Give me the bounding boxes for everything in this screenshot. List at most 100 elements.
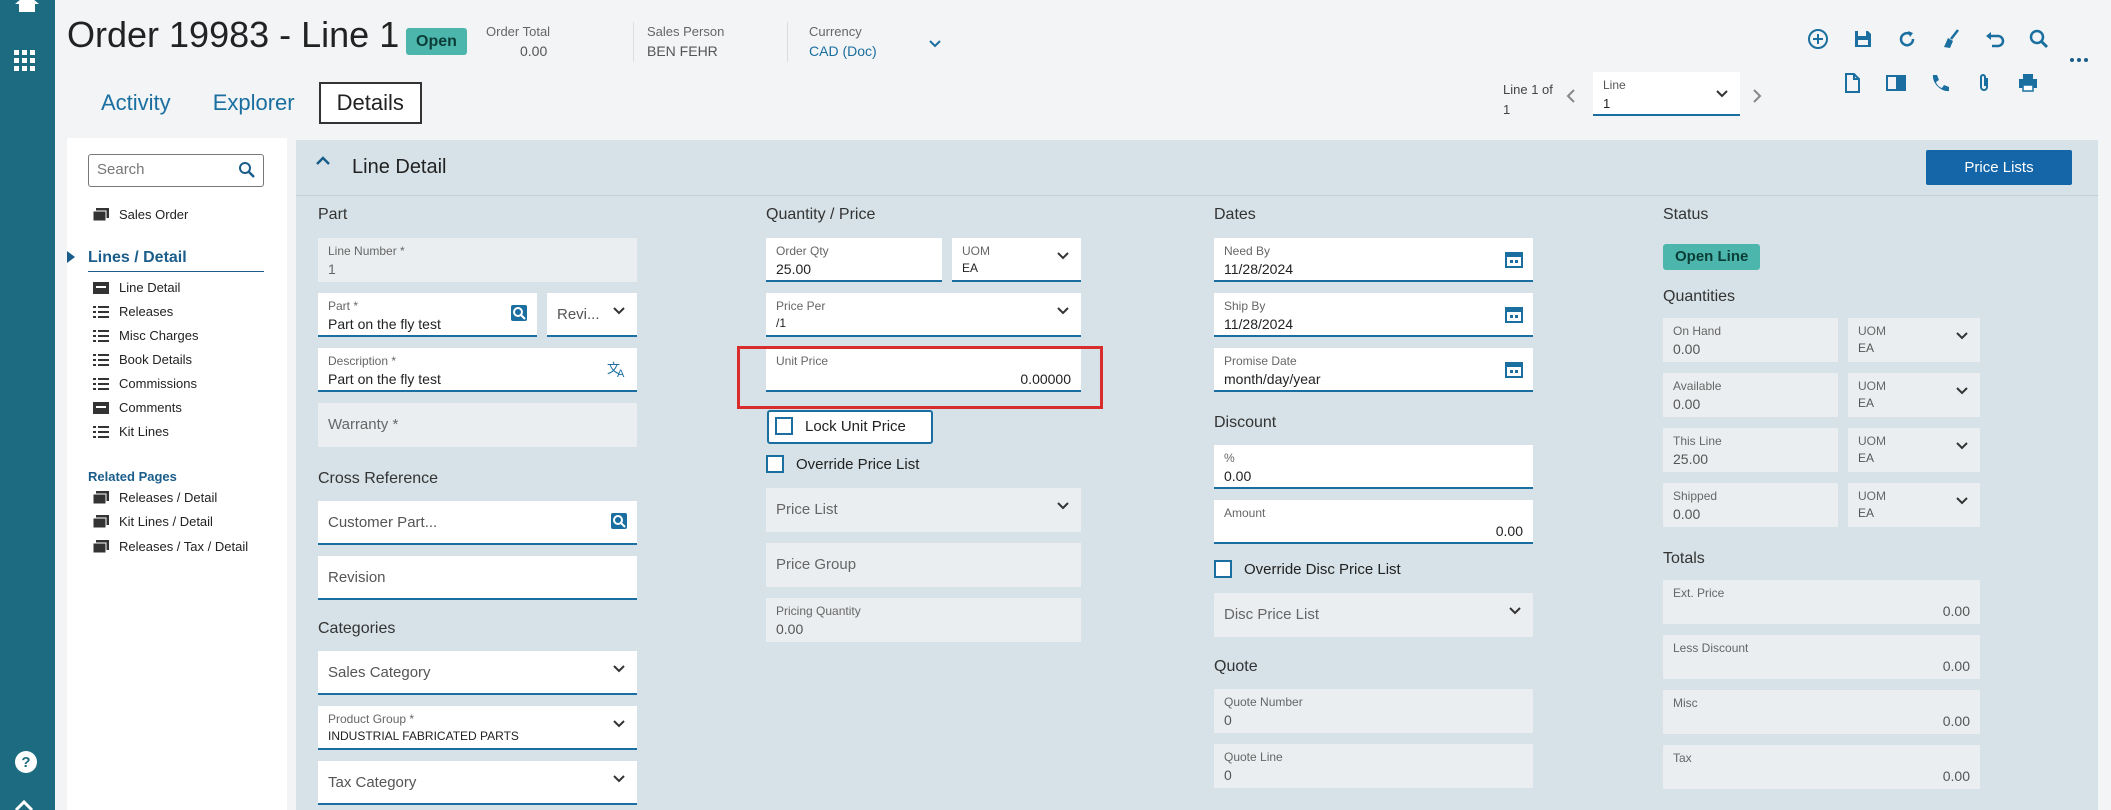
related-kit-lines-detail[interactable]: Kit Lines / Detail [92,514,213,529]
undo-button[interactable] [1984,28,2010,54]
search-icon[interactable] [238,161,256,179]
search-button[interactable] [2028,28,2054,54]
tab-details[interactable]: Details [318,82,422,124]
part-field[interactable]: Part * Part on the fly test [318,293,537,337]
refresh-button[interactable] [1896,28,1922,54]
on-hand-uom-dropdown[interactable]: UOM EA [1848,318,1980,362]
checkbox-box[interactable] [775,417,793,435]
nav-commissions[interactable]: Commissions [93,376,197,391]
revision-dropdown[interactable]: Revi... [547,293,637,337]
nav-line-detail[interactable]: Line Detail [93,280,180,295]
need-by-value[interactable]: 11/28/2024 [1224,261,1523,277]
part-search-icon[interactable] [511,305,527,321]
overflow-menu-button[interactable] [2069,50,2089,62]
clear-button[interactable] [1940,28,1966,54]
product-group-dropdown[interactable]: Product Group * INDUSTRIAL FABRICATED PA… [318,706,637,750]
available-uom-dropdown[interactable]: UOM EA [1848,373,1980,417]
discount-amount-field[interactable]: Amount 0.00 [1214,500,1533,544]
next-line-button[interactable] [1752,88,1762,109]
shipped-uom-dropdown[interactable]: UOM EA [1848,483,1980,527]
discount-amount-label: Amount [1224,506,1266,520]
uom-dropdown[interactable]: UOM EA [952,238,1081,282]
tax-total-field: Tax 0.00 [1663,745,1980,789]
translate-icon[interactable]: 文A [607,360,627,378]
customer-part-search-icon[interactable] [611,513,627,529]
print-button[interactable] [2017,72,2043,98]
description-field[interactable]: Description * Part on the fly test 文A [318,348,637,392]
nav-lines-detail[interactable]: Lines / Detail [88,249,187,267]
uom-value: EA [962,261,979,275]
ship-by-field[interactable]: Ship By 11/28/2024 [1214,293,1533,337]
override-disc-price-list-checkbox[interactable]: Override Disc Price List [1214,560,1401,578]
related-releases-tax-detail[interactable]: Releases / Tax / Detail [92,539,248,554]
contact-button[interactable] [1929,72,1955,98]
nav-misc-charges[interactable]: Misc Charges [93,328,198,343]
side-navigation: Search Sales Order Lines / Detail Line D… [67,138,287,810]
promise-date-value[interactable]: month/day/year [1224,371,1523,387]
description-value[interactable]: Part on the fly test [328,371,627,387]
expand-icon[interactable] [14,798,34,810]
app-rail: ? [0,0,55,810]
less-discount-field: Less Discount 0.00 [1663,635,1980,679]
chevron-down-icon[interactable] [929,40,941,48]
nav-comments[interactable]: Comments [93,400,182,415]
warranty-field[interactable]: Warranty * [318,403,637,447]
nav-sales-order[interactable]: Sales Order [92,207,188,222]
discount-percent-value[interactable]: 0.00 [1224,468,1523,484]
price-list-dropdown[interactable]: Price List [766,488,1081,532]
related-releases-detail[interactable]: Releases / Detail [92,490,218,505]
checkbox-box[interactable] [1214,560,1232,578]
attach-button[interactable] [1973,72,1999,98]
promise-date-field[interactable]: Promise Date month/day/year [1214,348,1533,392]
calendar-icon[interactable] [1505,250,1523,268]
price-lists-button[interactable]: Price Lists [1926,150,2072,185]
calendar-icon[interactable] [1505,305,1523,323]
search-input[interactable]: Search [88,154,264,187]
nav-releases[interactable]: Releases [93,304,173,319]
nav-line-detail-label: Line Detail [119,280,181,295]
tax-total-label: Tax [1673,751,1692,765]
new-document-button[interactable] [1841,72,1867,98]
checkbox-box[interactable] [766,455,784,473]
revision-field[interactable]: Revision [318,556,637,600]
line-selector[interactable]: Line 1 [1593,72,1740,116]
chevron-up-icon[interactable] [316,156,330,166]
customer-part-field[interactable]: Customer Part... [318,501,637,545]
disc-price-list-dropdown[interactable]: Disc Price List [1214,593,1533,637]
order-qty-value[interactable]: 25.00 [776,261,932,277]
home-icon[interactable] [14,0,40,12]
discount-percent-field[interactable]: % 0.00 [1214,445,1533,489]
add-new-button[interactable] [1807,28,1833,54]
less-discount-value: 0.00 [1942,658,1970,674]
tab-explorer[interactable]: Explorer [195,82,313,124]
currency-value[interactable]: CAD (Doc) [809,43,877,59]
lock-unit-price-checkbox[interactable]: Lock Unit Price [775,417,906,435]
apps-grid-icon[interactable] [14,50,36,72]
need-by-field[interactable]: Need By 11/28/2024 [1214,238,1533,282]
previous-line-button[interactable] [1566,88,1576,109]
search-placeholder: Search [97,161,145,178]
caret-right-icon [67,251,75,263]
nav-kit-lines[interactable]: Kit Lines [93,424,169,439]
tab-activity[interactable]: Activity [83,82,189,124]
override-price-list-checkbox[interactable]: Override Price List [766,455,919,473]
part-value[interactable]: Part on the fly test [328,316,527,332]
save-button[interactable] [1852,28,1878,54]
disc-price-list-placeholder: Disc Price List [1224,606,1320,623]
sales-category-dropdown[interactable]: Sales Category [318,651,637,695]
nav-misc-charges-label: Misc Charges [119,328,199,343]
related-releases-detail-label: Releases / Detail [119,490,218,505]
tax-category-dropdown[interactable]: Tax Category [318,761,637,805]
ship-by-value[interactable]: 11/28/2024 [1224,316,1523,332]
currency-field[interactable]: Currency CAD (Doc) [809,24,877,59]
price-per-value: /1 [776,316,787,330]
shipped-uom-label: UOM [1858,489,1886,503]
order-qty-field[interactable]: Order Qty 25.00 [766,238,942,282]
discount-amount-value[interactable]: 0.00 [1224,523,1523,539]
panel-button[interactable] [1885,72,1911,98]
price-per-dropdown[interactable]: Price Per /1 [766,293,1081,337]
nav-book-details[interactable]: Book Details [93,352,192,367]
this-line-uom-dropdown[interactable]: UOM EA [1848,428,1980,472]
help-icon[interactable]: ? [14,750,38,774]
calendar-icon[interactable] [1505,360,1523,378]
